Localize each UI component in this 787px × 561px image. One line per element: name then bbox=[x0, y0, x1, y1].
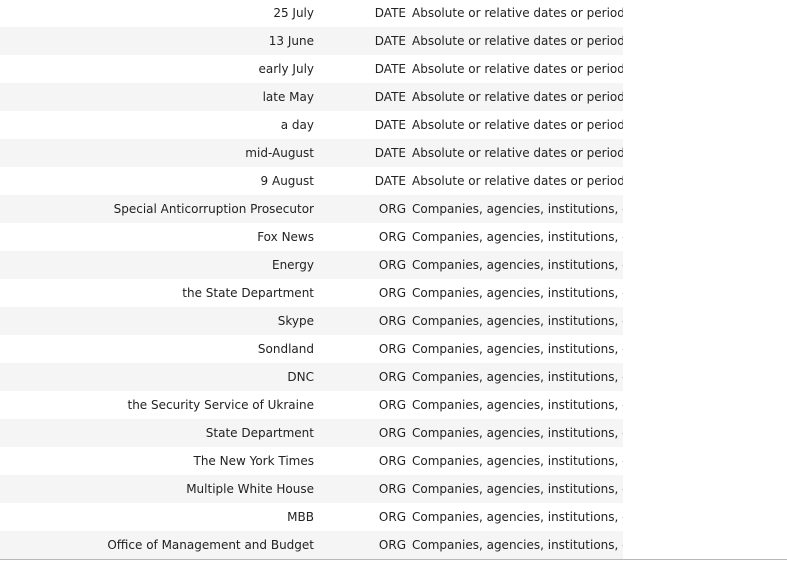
entity-label: DATE bbox=[374, 62, 406, 76]
entity-label: DATE bbox=[374, 146, 406, 160]
entity-description: Companies, agencies, institutions, etc. bbox=[412, 426, 623, 440]
entity-label: ORG bbox=[378, 314, 406, 328]
table-row: mid-August DATE Absolute or relative dat… bbox=[0, 139, 623, 167]
bottom-divider bbox=[0, 559, 787, 560]
entity-table: 25 July DATE Absolute or relative dates … bbox=[0, 0, 623, 559]
entity-label: ORG bbox=[378, 538, 406, 552]
entity-label: ORG bbox=[378, 286, 406, 300]
entity-text: 9 August bbox=[260, 174, 314, 188]
entity-text: late May bbox=[262, 90, 314, 104]
entity-text: Skype bbox=[277, 314, 314, 328]
entity-text: a day bbox=[280, 118, 314, 132]
entity-text: early July bbox=[258, 62, 315, 76]
table-row: Skype ORG Companies, agencies, instituti… bbox=[0, 307, 623, 335]
entity-label: ORG bbox=[378, 202, 406, 216]
entity-text: Office of Management and Budget bbox=[107, 538, 314, 552]
entity-text: Energy bbox=[271, 258, 314, 272]
entity-description: Companies, agencies, institutions, etc. bbox=[412, 202, 623, 216]
table-row: 13 June DATE Absolute or relative dates … bbox=[0, 27, 623, 55]
entity-description: Companies, agencies, institutions, etc. bbox=[412, 258, 623, 272]
entity-label: DATE bbox=[374, 90, 406, 104]
table-row: early July DATE Absolute or relative dat… bbox=[0, 55, 624, 83]
entity-description: Companies, agencies, institutions, etc. bbox=[412, 454, 623, 468]
table-row: Fox News ORG Companies, agencies, instit… bbox=[0, 223, 623, 251]
entity-label: ORG bbox=[378, 370, 406, 384]
entity-text: mid-August bbox=[245, 146, 314, 160]
table-row: The New York Times ORG Companies, agenci… bbox=[0, 447, 623, 475]
entity-description: Companies, agencies, institutions, etc. bbox=[412, 370, 623, 384]
entity-description: Companies, agencies, institutions, etc. bbox=[412, 538, 623, 552]
table-row: DNC ORG Companies, agencies, institution… bbox=[0, 363, 623, 391]
entity-description: Absolute or relative dates or periods bbox=[412, 34, 623, 48]
table-row: 25 July DATE Absolute or relative dates … bbox=[0, 0, 623, 27]
entity-text: Fox News bbox=[257, 230, 314, 244]
entity-text: Multiple White House bbox=[186, 482, 314, 496]
entity-label: ORG bbox=[378, 398, 406, 412]
entity-description: Absolute or relative dates or periods bbox=[412, 118, 623, 132]
entity-label: DATE bbox=[374, 118, 406, 132]
entity-description: Companies, agencies, institutions, etc. bbox=[412, 398, 623, 412]
entity-label: ORG bbox=[378, 258, 406, 272]
entity-label: ORG bbox=[378, 510, 406, 524]
table-row: the State Department ORG Companies, agen… bbox=[0, 279, 623, 307]
entity-text: the State Department bbox=[182, 286, 314, 300]
entity-label: ORG bbox=[378, 230, 406, 244]
entity-description: Companies, agencies, institutions, etc. bbox=[412, 314, 623, 328]
entity-label: ORG bbox=[378, 482, 406, 496]
table-row: 9 August DATE Absolute or relative dates… bbox=[0, 167, 623, 195]
entity-label: ORG bbox=[378, 342, 406, 356]
entity-description: Companies, agencies, institutions, etc. bbox=[412, 342, 623, 356]
entity-description: Companies, agencies, institutions, etc. bbox=[412, 510, 623, 524]
entity-label: ORG bbox=[378, 454, 406, 468]
entity-text: 25 July bbox=[273, 6, 314, 20]
table-row: late May DATE Absolute or relative dates… bbox=[0, 83, 623, 111]
entity-label: DATE bbox=[374, 174, 406, 188]
table-row: Office of Management and Budget ORG Comp… bbox=[0, 531, 623, 559]
entity-description: Companies, agencies, institutions, etc. bbox=[412, 286, 623, 300]
table-row: the Security Service of Ukraine ORG Comp… bbox=[0, 391, 624, 419]
table-row: MBB ORG Companies, agencies, institution… bbox=[0, 503, 623, 531]
table-row: a day DATE Absolute or relative dates or… bbox=[0, 111, 623, 139]
entity-label: ORG bbox=[378, 426, 406, 440]
entity-text: State Department bbox=[205, 426, 314, 440]
entity-text: DNC bbox=[287, 370, 314, 384]
table-row: Special Anticorruption Prosecutor ORG Co… bbox=[0, 195, 623, 223]
entity-description: Companies, agencies, institutions, etc. bbox=[412, 482, 623, 496]
entity-description: Absolute or relative dates or periods bbox=[412, 62, 623, 76]
entity-description: Companies, agencies, institutions, etc. bbox=[412, 230, 623, 244]
entity-description: Absolute or relative dates or periods bbox=[412, 146, 623, 160]
entity-text: Sondland bbox=[257, 342, 314, 356]
entity-description: Absolute or relative dates or periods bbox=[412, 6, 623, 20]
entity-text: MBB bbox=[287, 510, 314, 524]
entity-description: Absolute or relative dates or periods bbox=[412, 174, 623, 188]
table-row: Multiple White House ORG Companies, agen… bbox=[0, 475, 623, 503]
entity-label: DATE bbox=[374, 6, 406, 20]
entity-text: the Security Service of Ukraine bbox=[127, 398, 315, 412]
entity-text: 13 June bbox=[268, 34, 314, 48]
entity-text: The New York Times bbox=[193, 454, 314, 468]
entity-text: Special Anticorruption Prosecutor bbox=[113, 202, 314, 216]
entity-description: Absolute or relative dates or periods bbox=[412, 90, 623, 104]
table-row: Energy ORG Companies, agencies, institut… bbox=[0, 251, 623, 279]
entity-label: DATE bbox=[374, 34, 406, 48]
table-row: Sondland ORG Companies, agencies, instit… bbox=[0, 335, 623, 363]
table-row: State Department ORG Companies, agencies… bbox=[0, 419, 623, 447]
